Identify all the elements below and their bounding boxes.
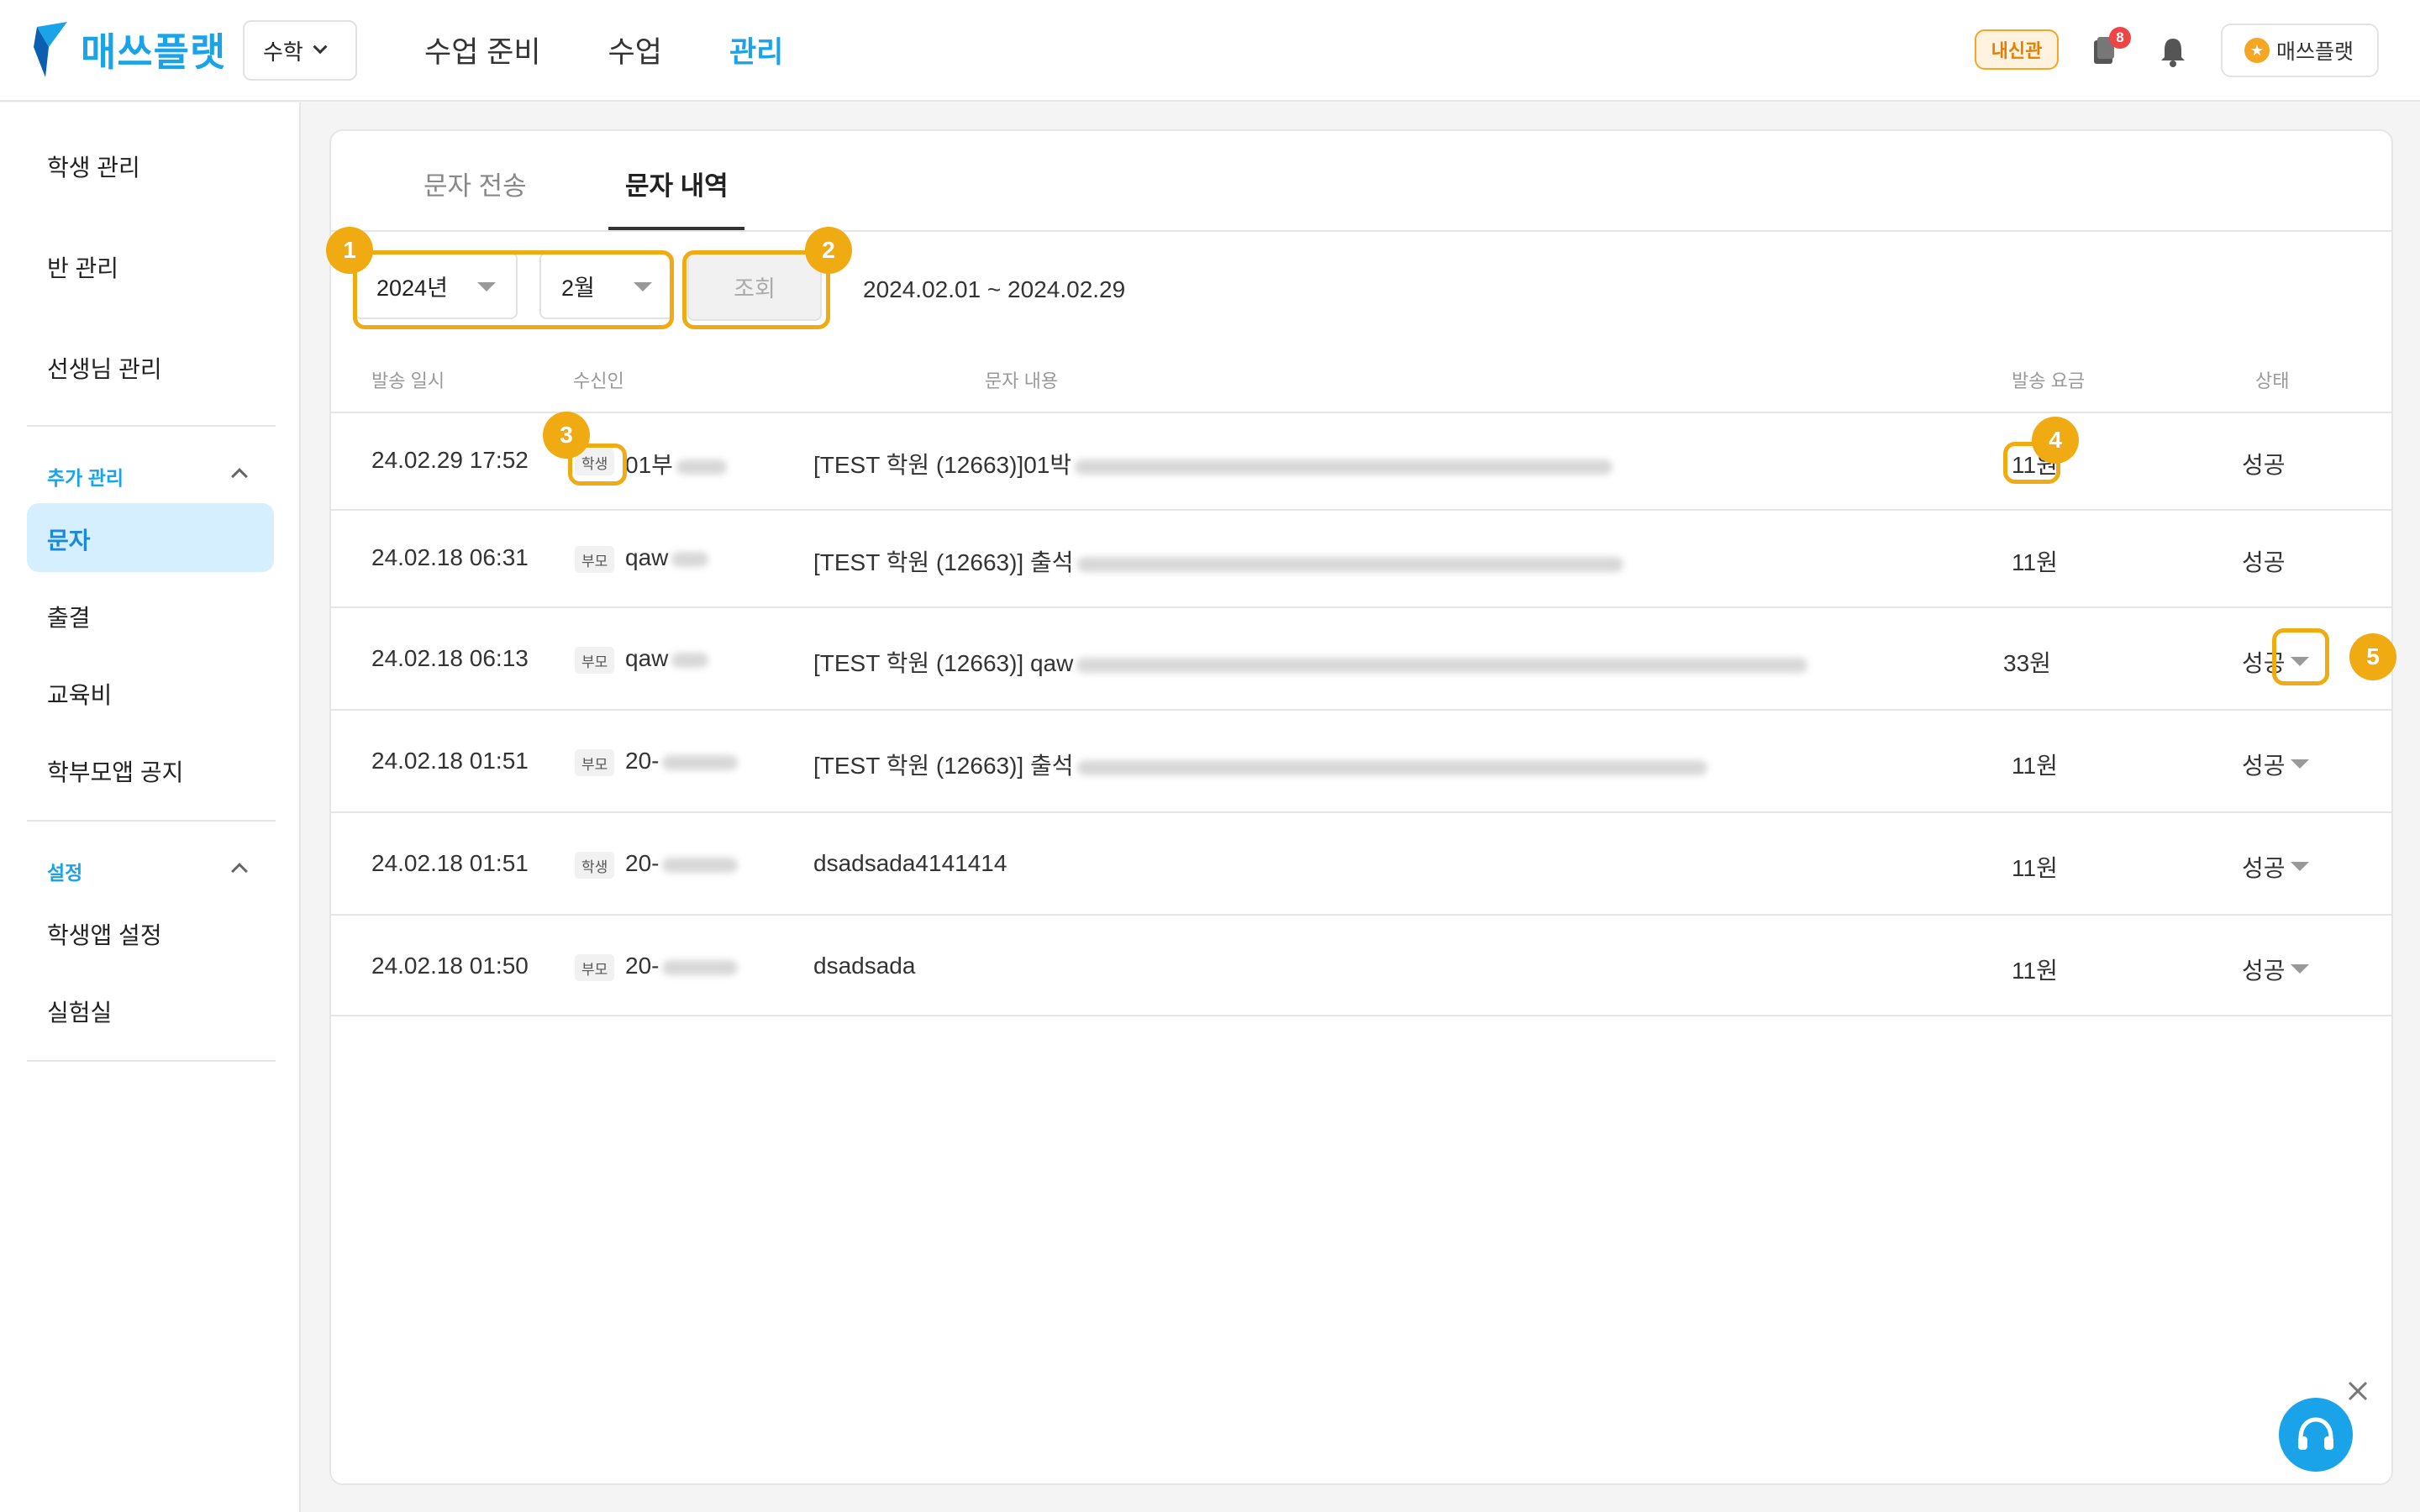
row-recipient: 01부 (625, 447, 727, 480)
sidebar-item-students[interactable]: 학생 관리 (47, 150, 140, 183)
table-row: 24.02.29 17:52 학생 01부 [TEST 학원 (12663)]0… (331, 412, 2391, 509)
recipient-type-tag: 부모 (575, 749, 615, 776)
sidebar-item-student-app-settings[interactable]: 학생앱 설정 (47, 917, 162, 951)
top-header: 매쓰플랫 수학 수업 준비 수업 관리 내신관 8 ★ 매쓰플랫 (0, 0, 2420, 102)
column-header-sent-at: 발송 일시 (371, 370, 445, 391)
recipient-type-tag: 부모 (575, 546, 615, 573)
table-row: 24.02.18 01:51 학생 20- dsadsada4141414 11… (331, 811, 2391, 914)
chevron-down-icon (313, 39, 328, 55)
marker-2: 2 (805, 227, 852, 274)
subject-select-value: 수학 (263, 39, 303, 65)
marker-4: 4 (2032, 417, 2079, 464)
marker-1: 1 (326, 227, 373, 274)
marker-3: 3 (543, 412, 590, 459)
column-header-recipient: 수신인 (573, 370, 624, 391)
marker-5: 5 (2349, 633, 2396, 680)
expand-caret-icon[interactable] (2291, 964, 2309, 974)
row-fee: 11원 (2012, 753, 2058, 779)
row-content: [TEST 학원 (12663)] qaw (813, 645, 1808, 679)
expand-caret-icon[interactable] (2291, 862, 2309, 871)
recipient-type-tag: 부모 (575, 954, 615, 981)
row-status: 성공 (2242, 452, 2286, 478)
row-recipient: 20- (625, 953, 739, 979)
table-row: 24.02.18 01:51 부모 20- [TEST 학원 (12663)] … (331, 709, 2391, 811)
column-header-status: 상태 (2255, 370, 2290, 391)
row-content: dsadsada (813, 953, 916, 979)
row-content: dsadsada4141414 (813, 850, 1007, 876)
sidebar-section-settings[interactable]: 설정 (47, 857, 82, 885)
date-range-text: 2024.02.01 ~ 2024.02.29 (863, 276, 1126, 302)
sidebar-item-lab[interactable]: 실험실 (47, 995, 112, 1028)
row-status: 성공 (2242, 958, 2286, 984)
recipient-type-tag: 학생 (575, 852, 615, 879)
tab-sms-history[interactable]: 문자 내역 (625, 165, 729, 202)
table-row: 24.02.18 01:50 부모 20- dsadsada 11원 성공 (331, 914, 2391, 1016)
main-nav: 수업 준비 수업 관리 (424, 29, 783, 71)
sidebar-divider (27, 425, 276, 427)
expand-caret-icon[interactable] (2291, 759, 2309, 769)
row-fee: 33원 (2003, 650, 2051, 676)
row-sent-at: 24.02.29 17:52 (371, 447, 529, 473)
recipient-type-tag: 부모 (575, 647, 615, 674)
row-status: 성공 (2242, 855, 2286, 881)
tab-sms-send[interactable]: 문자 전송 (424, 165, 527, 202)
sms-history-card: 문자 전송 문자 내역 2024년 2월 조회 2024.02.01 ~ 202… (326, 129, 2396, 1485)
row-sent-at: 24.02.18 01:51 (371, 748, 529, 774)
sidebar: 학생 관리 반 관리 선생님 관리 추가 관리 문자 출결 교육비 학부모앱 공… (0, 102, 301, 1512)
column-header-content: 문자 내용 (985, 370, 1059, 391)
row-fee: 11원 (2012, 549, 2058, 575)
row-sent-at: 24.02.18 06:13 (371, 645, 529, 671)
brand-name: 매쓰플랫 (81, 30, 227, 74)
sidebar-item-teachers[interactable]: 선생님 관리 (47, 351, 162, 385)
bell-icon[interactable] (2160, 37, 2186, 67)
chevron-up-icon[interactable] (231, 863, 248, 879)
row-recipient: qaw (625, 544, 709, 571)
column-header-fee: 발송 요금 (2012, 370, 2086, 391)
row-recipient: 20- (625, 748, 739, 774)
sidebar-item-classes[interactable]: 반 관리 (47, 250, 118, 284)
chevron-up-icon[interactable] (231, 468, 248, 485)
sidebar-item-sms-label: 문자 (47, 528, 91, 554)
highlight-expand-caret (2272, 628, 2329, 685)
row-status: 성공 (2242, 549, 2286, 575)
sidebar-divider (27, 1060, 276, 1062)
active-tab-indicator (608, 227, 744, 230)
sidebar-divider (27, 820, 276, 822)
row-content: [TEST 학원 (12663)] 출석 (813, 748, 1707, 781)
row-sent-at: 24.02.18 01:51 (371, 850, 529, 876)
branch-badge[interactable]: 내신관 (1975, 29, 2059, 70)
nav-manage[interactable]: 관리 (729, 29, 783, 71)
notification-count-badge: 8 (2109, 27, 2131, 49)
row-recipient: qaw (625, 645, 709, 672)
row-sent-at: 24.02.18 01:50 (371, 953, 529, 979)
star-icon: ★ (2244, 38, 2270, 63)
sidebar-item-attendance[interactable]: 출결 (47, 600, 91, 633)
sidebar-item-parent-notice[interactable]: 학부모앱 공지 (47, 754, 183, 788)
nav-class[interactable]: 수업 (608, 29, 662, 71)
row-content: [TEST 학원 (12663)]01박 (813, 447, 1613, 480)
row-fee: 11원 (2012, 855, 2058, 881)
sidebar-item-tuition[interactable]: 교육비 (47, 677, 112, 711)
tab-bar: 문자 전송 문자 내역 (331, 131, 2391, 232)
brand-logo[interactable]: 매쓰플랫 (34, 22, 226, 77)
subject-select[interactable]: 수학 (243, 20, 357, 81)
highlight-period-selects (353, 250, 674, 329)
table-row: 24.02.18 06:31 부모 qaw [TEST 학원 (12663)] … (331, 509, 2391, 606)
table-row: 24.02.18 06:13 부모 qaw [TEST 학원 (12663)] … (331, 606, 2391, 709)
nav-class-prep[interactable]: 수업 준비 (424, 29, 541, 71)
sidebar-section-extra[interactable]: 추가 관리 (47, 462, 124, 491)
row-status: 성공 (2242, 753, 2286, 779)
logo-mark-icon (34, 22, 67, 77)
row-fee: 11원 (2012, 958, 2058, 984)
row-content: [TEST 학원 (12663)] 출석 (813, 544, 1623, 578)
row-sent-at: 24.02.18 06:31 (371, 544, 529, 570)
customer-support-button[interactable] (2279, 1398, 2353, 1472)
close-icon[interactable] (2344, 1378, 2371, 1404)
headset-icon (2298, 1417, 2333, 1450)
profile-button[interactable]: ★ 매쓰플랫 (2221, 24, 2379, 77)
row-recipient: 20- (625, 850, 739, 877)
profile-label: 매쓰플랫 (2276, 40, 2354, 64)
